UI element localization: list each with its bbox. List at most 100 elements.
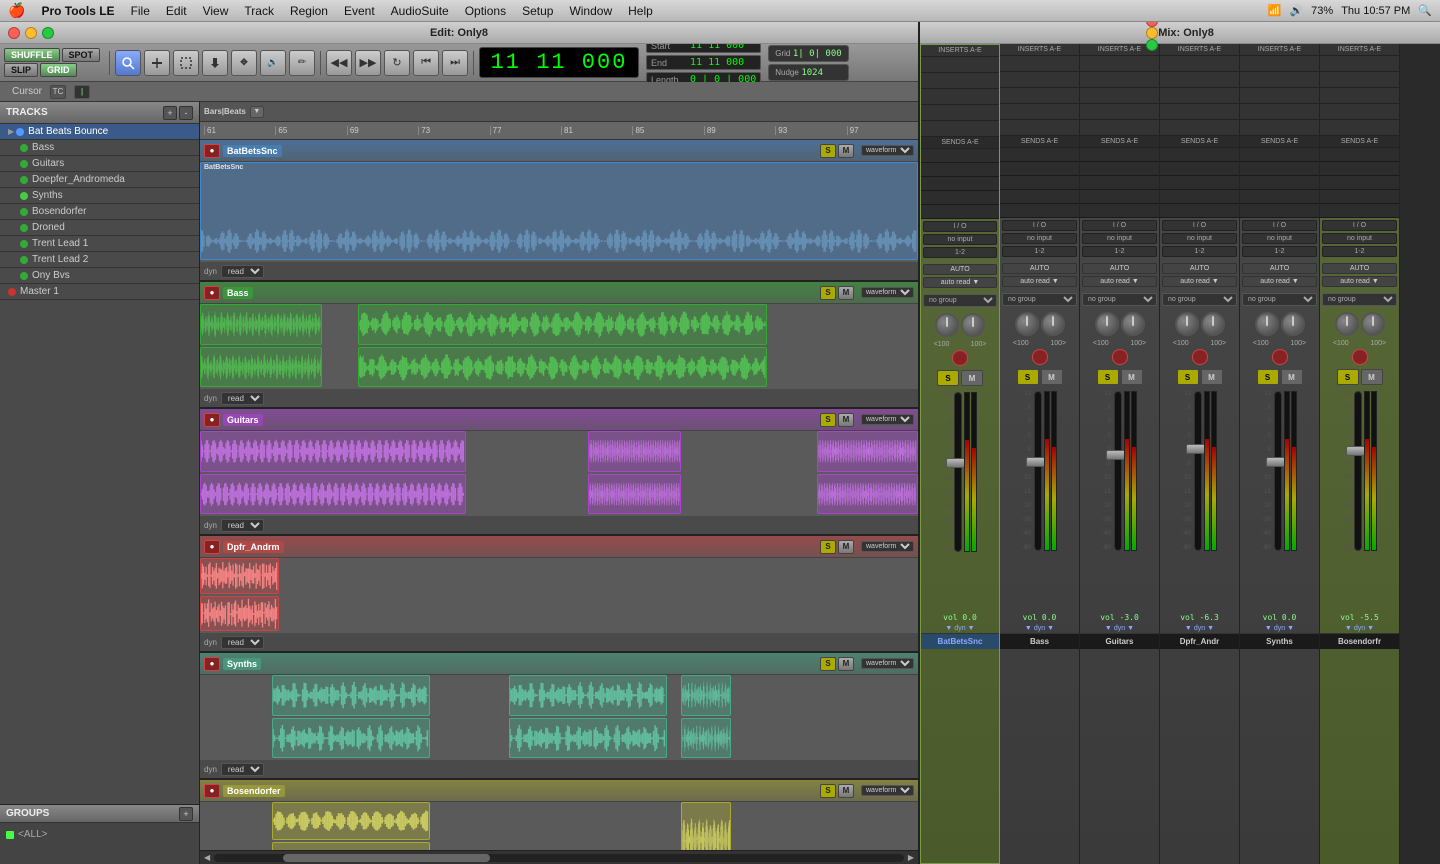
pan-knob-right[interactable]: [1361, 312, 1385, 336]
tc-display-btn[interactable]: TC: [50, 85, 66, 99]
pan-left-val[interactable]: <100: [1093, 340, 1109, 347]
send-slot[interactable]: [1240, 162, 1319, 176]
auto-read[interactable]: auto read ▼: [1322, 276, 1397, 287]
mute-button[interactable]: M: [1121, 369, 1143, 385]
automation-select[interactable]: read: [221, 265, 264, 278]
pre-post-btn[interactable]: ⏮: [413, 50, 439, 76]
group-select[interactable]: no group: [1162, 293, 1237, 306]
solo-button[interactable]: S: [937, 370, 959, 386]
insert-slot[interactable]: [921, 73, 999, 89]
send-slot[interactable]: [1080, 176, 1159, 190]
send-slot[interactable]: [1160, 204, 1239, 218]
insert-slot[interactable]: [921, 121, 999, 137]
audio-region[interactable]: [509, 718, 667, 759]
send-slot[interactable]: [921, 191, 999, 205]
bb-expand-btn[interactable]: ▼: [250, 106, 264, 118]
mute-button[interactable]: M: [1361, 369, 1383, 385]
mute-button[interactable]: M: [961, 370, 983, 386]
end-btn[interactable]: ⏭: [442, 50, 468, 76]
audio-region[interactable]: [272, 802, 430, 840]
track-item-trent-lead-2[interactable]: Trent Lead 2: [0, 252, 199, 268]
auto-read[interactable]: auto read ▼: [1162, 276, 1237, 287]
audio-region[interactable]: [588, 431, 681, 472]
solo-mini-btn[interactable]: S: [820, 413, 836, 427]
send-slot[interactable]: [1160, 190, 1239, 204]
audio-region[interactable]: BatBetsSnc: [200, 162, 918, 260]
solo-mini-btn[interactable]: S: [820, 540, 836, 554]
automation-select[interactable]: read: [221, 392, 264, 405]
pan-knob-left[interactable]: [1335, 312, 1359, 336]
pan-knob-right[interactable]: [961, 313, 985, 337]
rec-enable-btn[interactable]: [952, 350, 968, 366]
track-item-doepfer_andromeda[interactable]: Doepfer_Andromeda: [0, 172, 199, 188]
menu-region[interactable]: Region: [290, 4, 328, 18]
horizontal-scrollbar[interactable]: [214, 854, 904, 862]
automation-select[interactable]: read: [221, 763, 264, 776]
pan-right-val[interactable]: 100>: [1050, 340, 1066, 347]
audio-region[interactable]: [272, 675, 430, 716]
send-slot[interactable]: [1320, 148, 1399, 162]
pan-right-val[interactable]: 100>: [971, 341, 987, 348]
audio-region[interactable]: [358, 347, 767, 388]
automation-select[interactable]: read: [221, 519, 264, 532]
group-select[interactable]: no group: [1242, 293, 1317, 306]
trim-tool[interactable]: [144, 50, 170, 76]
insert-slot[interactable]: [1240, 88, 1319, 104]
insert-slot[interactable]: [1160, 56, 1239, 72]
insert-slot[interactable]: [1000, 120, 1079, 136]
nav-right-btn[interactable]: ▶▶: [355, 50, 381, 76]
pan-right-val[interactable]: 100>: [1130, 340, 1146, 347]
maximize-button[interactable]: [42, 27, 54, 39]
menu-options[interactable]: Options: [465, 4, 506, 18]
audio-region[interactable]: [200, 558, 279, 594]
dyn-display[interactable]: ▼ dyn ▼: [1185, 624, 1214, 633]
audio-region[interactable]: [200, 347, 322, 388]
insert-slot[interactable]: [1080, 104, 1159, 120]
dyn-ctrl[interactable]: dyn: [204, 765, 217, 774]
send-slot[interactable]: [921, 163, 999, 177]
bars-display-btn[interactable]: |: [74, 85, 90, 99]
group-select[interactable]: no group: [1322, 293, 1397, 306]
channel-name[interactable]: Synths: [1240, 633, 1319, 649]
send-slot[interactable]: [1240, 148, 1319, 162]
send-slot[interactable]: [1240, 176, 1319, 190]
pan-left-val[interactable]: <100: [1253, 340, 1269, 347]
track-view-select[interactable]: waveform: [861, 414, 914, 425]
track-view-select[interactable]: waveform: [861, 287, 914, 298]
solo-button[interactable]: S: [1337, 369, 1359, 385]
loop-btn[interactable]: ↻: [384, 50, 410, 76]
insert-slot[interactable]: [1080, 88, 1159, 104]
solo-button[interactable]: S: [1257, 369, 1279, 385]
send-slot[interactable]: [1160, 176, 1239, 190]
pan-right-val[interactable]: 100>: [1370, 340, 1386, 347]
send-slot[interactable]: [1240, 204, 1319, 218]
grid-panel[interactable]: Grid 1| 0| 000: [768, 45, 848, 62]
dyn-display[interactable]: ▼ dyn ▼: [1265, 624, 1294, 633]
track-view-select[interactable]: waveform: [861, 658, 914, 669]
audio-region[interactable]: [681, 802, 731, 850]
channel-name[interactable]: Dpfr_Andr: [1160, 633, 1239, 649]
track-item-master-1[interactable]: Master 1: [0, 284, 199, 300]
send-slot[interactable]: [1320, 204, 1399, 218]
bottom-scrollbar[interactable]: ◀ ▶: [200, 850, 918, 864]
solo-button[interactable]: S: [1017, 369, 1039, 385]
rec-enable-btn[interactable]: [1032, 349, 1048, 365]
mute-button[interactable]: M: [1281, 369, 1303, 385]
mute-mini-btn[interactable]: M: [838, 286, 854, 300]
io-12[interactable]: 1-2: [1162, 246, 1237, 257]
insert-slot[interactable]: [1320, 56, 1399, 72]
track-item-guitars[interactable]: Guitars: [0, 156, 199, 172]
io-12[interactable]: 1-2: [1242, 246, 1317, 257]
shuffle-button[interactable]: SHUFFLE: [4, 48, 60, 62]
pan-knob-left[interactable]: [1095, 312, 1119, 336]
solo-button[interactable]: S: [1097, 369, 1119, 385]
pan-left-val[interactable]: <100: [1013, 340, 1029, 347]
insert-slot[interactable]: [1320, 88, 1399, 104]
audio-region[interactable]: [681, 718, 731, 759]
mix-maximize-button[interactable]: [1146, 39, 1158, 51]
mute-mini-btn[interactable]: M: [838, 784, 854, 798]
track-item-droned[interactable]: Droned: [0, 220, 199, 236]
track-view-select[interactable]: waveform: [861, 145, 914, 156]
automation-select[interactable]: read: [221, 636, 264, 649]
nav-left-btn[interactable]: ◀◀: [326, 50, 352, 76]
